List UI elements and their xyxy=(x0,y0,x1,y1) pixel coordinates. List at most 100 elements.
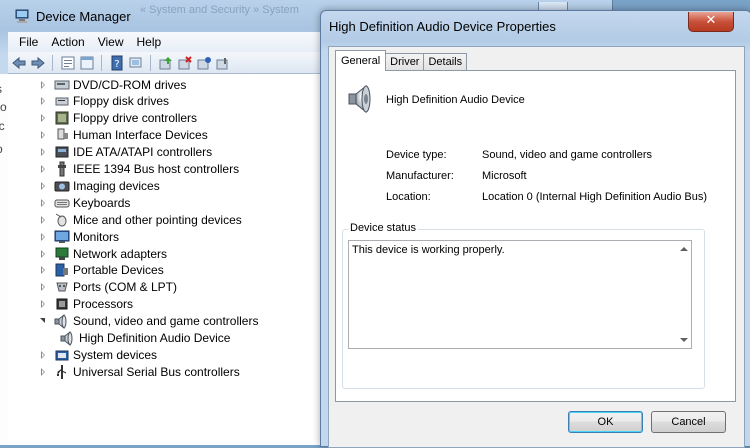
update-driver-icon[interactable] xyxy=(158,55,174,71)
device-type-value: Sound, video and game controllers xyxy=(482,149,652,161)
collapsed-arrow-icon[interactable] xyxy=(40,283,48,292)
mouse-icon xyxy=(54,212,70,228)
tree-category-item[interactable]: IEEE 1394 Bus host controllers xyxy=(8,161,239,178)
device-status-textbox[interactable]: This device is working properly. xyxy=(348,240,692,349)
tree-child-item[interactable]: High Definition Audio Device xyxy=(8,330,230,347)
device-status-group: Device status This device is working pro… xyxy=(342,222,705,389)
background-address-text: « System and Security » System xyxy=(140,4,299,16)
expanded-arrow-icon[interactable] xyxy=(40,317,48,325)
collapsed-arrow-icon[interactable] xyxy=(40,300,48,309)
toolbar-separator xyxy=(150,54,151,71)
sliver-text: ic xyxy=(0,119,5,133)
tree-category-item[interactable]: Portable Devices xyxy=(8,262,164,279)
dialog-body: General Driver Details High Definition A… xyxy=(328,46,745,448)
collapsed-arrow-icon[interactable] xyxy=(40,97,48,106)
tree-category-item[interactable]: IDE ATA/ATAPI controllers xyxy=(8,144,212,161)
tree-item-label: IDE ATA/ATAPI controllers xyxy=(73,145,213,160)
sliver-text: s xyxy=(0,82,2,96)
menu-action[interactable]: Action xyxy=(45,35,91,49)
monitor-icon xyxy=(54,229,70,245)
speaker-icon xyxy=(60,330,76,347)
floppy-disk-icon xyxy=(54,93,70,109)
tree-item-label: Network adapters xyxy=(73,246,168,261)
processor-icon xyxy=(54,296,70,312)
tree-category-item[interactable]: Ports (COM & LPT) xyxy=(8,279,177,296)
collapsed-arrow-icon[interactable] xyxy=(40,80,48,89)
tree-item-label: Universal Serial Bus controllers xyxy=(73,364,240,379)
tree-category-item[interactable]: Universal Serial Bus controllers xyxy=(8,363,240,380)
tree-category-item[interactable]: Human Interface Devices xyxy=(8,127,208,144)
tree-item-label: Processors xyxy=(73,297,134,312)
tab-general[interactable]: General xyxy=(335,50,387,71)
tree-category-item[interactable]: Network adapters xyxy=(8,245,167,262)
collapsed-arrow-icon[interactable] xyxy=(40,266,48,275)
tree-category-item[interactable]: Floppy drive controllers xyxy=(8,110,197,127)
menu-view[interactable]: View xyxy=(92,35,131,49)
device-status-text: This device is working properly. xyxy=(352,244,505,256)
tree-category-item[interactable]: System devices xyxy=(8,346,157,363)
collapsed-arrow-icon[interactable] xyxy=(40,367,48,376)
tree-item-label: Portable Devices xyxy=(73,263,164,278)
ide-controller-icon xyxy=(54,144,70,160)
tree-category-item[interactable]: Floppy disk drives xyxy=(8,93,169,110)
tree-category-item[interactable]: Processors xyxy=(8,296,133,313)
close-button[interactable]: ✕ xyxy=(688,12,734,32)
tree-category-item[interactable]: Monitors xyxy=(8,228,119,245)
general-tab-panel: High Definition Audio Device Device type… xyxy=(335,70,736,402)
collapsed-arrow-icon[interactable] xyxy=(40,165,48,173)
speaker-icon xyxy=(54,313,70,330)
floppy-controller-icon xyxy=(54,110,70,126)
toolbar-separator xyxy=(101,54,102,71)
collapsed-arrow-icon[interactable] xyxy=(40,249,48,258)
help-icon[interactable]: ? xyxy=(109,55,125,71)
menu-file[interactable]: File xyxy=(8,35,45,49)
uninstall-icon[interactable] xyxy=(177,55,193,71)
tree-item-label: Imaging devices xyxy=(73,178,160,193)
cancel-button[interactable]: Cancel xyxy=(651,411,726,433)
tree-item-label: Sound, video and game controllers xyxy=(73,314,259,329)
disable-icon[interactable] xyxy=(196,55,212,71)
show-hide-icon[interactable] xyxy=(79,55,95,71)
collapsed-arrow-icon[interactable] xyxy=(40,350,48,359)
collapsed-arrow-icon[interactable] xyxy=(40,148,48,157)
collapsed-arrow-icon[interactable] xyxy=(40,215,48,224)
collapsed-arrow-icon[interactable] xyxy=(40,232,48,241)
menu-help[interactable]: Help xyxy=(131,35,169,49)
tab-details[interactable]: Details xyxy=(423,53,468,71)
network-adapter-icon xyxy=(54,246,70,262)
sliver-text: ro xyxy=(0,100,7,114)
status-scrollbar[interactable] xyxy=(676,241,691,348)
manufacturer-label: Manufacturer: xyxy=(386,170,454,182)
collapsed-arrow-icon[interactable] xyxy=(40,181,48,190)
device-type-label: Device type: xyxy=(386,149,447,161)
system-device-icon xyxy=(54,347,70,363)
tree-item-label: Monitors xyxy=(73,229,120,244)
ok-button[interactable]: OK xyxy=(568,411,643,433)
back-icon[interactable] xyxy=(11,55,27,71)
firewire-icon xyxy=(54,161,70,177)
toolbar-separator xyxy=(52,54,53,71)
scan-icon[interactable] xyxy=(128,55,144,71)
tab-driver[interactable]: Driver xyxy=(385,53,425,71)
camera-icon xyxy=(54,178,70,194)
forward-icon[interactable] xyxy=(30,55,46,71)
tree-category-item[interactable]: DVD/CD-ROM drives xyxy=(8,76,186,93)
properties-icon[interactable] xyxy=(60,55,76,71)
collapsed-arrow-icon[interactable] xyxy=(40,131,48,140)
tree-category-item[interactable]: Sound, video and game controllers xyxy=(8,313,258,330)
properties-dialog: High Definition Audio Device Properties … xyxy=(320,10,750,448)
tree-category-item[interactable]: Imaging devices xyxy=(8,177,160,194)
tree-category-item[interactable]: Mice and other pointing devices xyxy=(8,211,242,228)
speaker-icon xyxy=(346,83,378,115)
device-name: High Definition Audio Device xyxy=(386,94,525,106)
collapsed-arrow-icon[interactable] xyxy=(40,198,48,207)
portable-device-icon xyxy=(54,262,70,278)
tree-category-item[interactable]: Keyboards xyxy=(8,194,130,211)
dvd-drive-icon xyxy=(54,77,70,93)
tree-item-label: Floppy disk drives xyxy=(73,94,170,109)
collapsed-arrow-icon[interactable] xyxy=(40,114,48,123)
tree-item-label: Mice and other pointing devices xyxy=(73,212,242,227)
enable-icon[interactable] xyxy=(215,55,231,71)
hid-icon xyxy=(54,127,70,143)
tree-item-label: High Definition Audio Device xyxy=(79,331,231,345)
